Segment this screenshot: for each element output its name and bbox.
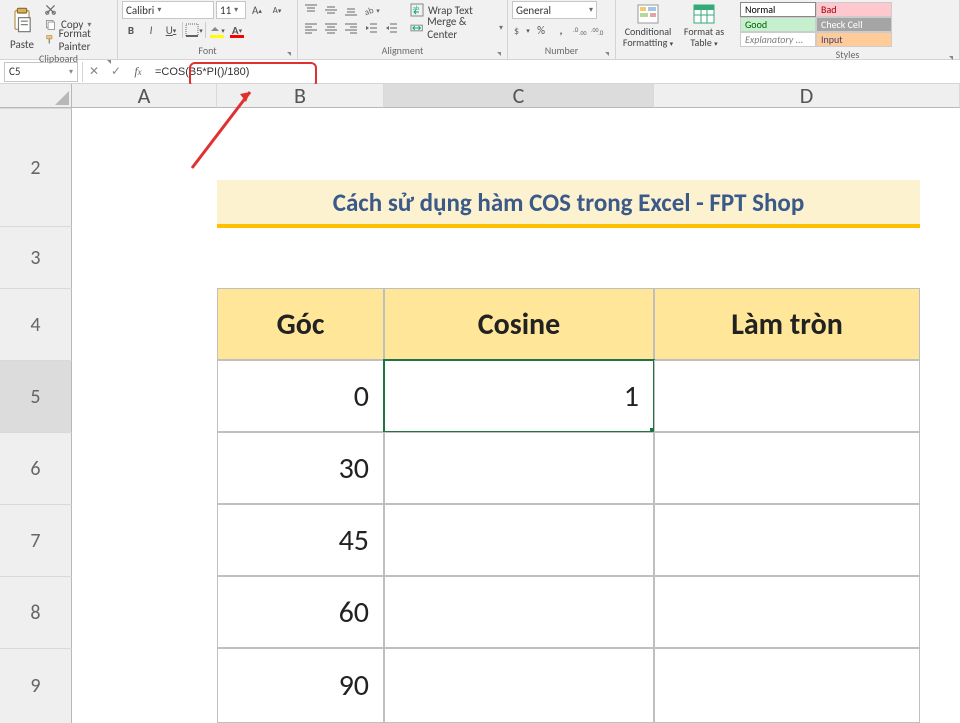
cell-D5[interactable]	[654, 360, 920, 432]
insert-function-button[interactable]: fx	[127, 62, 149, 82]
group-label-font: Font	[122, 43, 293, 59]
align-right-button[interactable]	[342, 20, 360, 36]
group-label-alignment: Alignment	[302, 43, 503, 59]
accounting-format-button[interactable]: $▾	[512, 21, 530, 39]
row-header-8[interactable]: 8	[0, 576, 72, 648]
percent-button[interactable]: %	[532, 21, 550, 39]
orientation-button[interactable]: ab▾	[362, 2, 380, 18]
decrease-indent-button[interactable]	[362, 20, 380, 36]
align-center-button[interactable]	[322, 20, 340, 36]
merge-center-button[interactable]: Merge & Center ▾	[410, 20, 503, 36]
select-all-corner[interactable]	[0, 84, 72, 108]
formula-bar: C5▾ ✕ ✓ fx	[0, 60, 960, 84]
align-top-button[interactable]	[302, 2, 320, 18]
cell-B9[interactable]: 90	[217, 648, 384, 723]
style-good[interactable]: Good	[740, 17, 816, 32]
conditional-formatting-button[interactable]: Conditional Formatting ▾	[620, 2, 676, 48]
increase-decimal-button[interactable]: .0.00	[572, 21, 588, 39]
col-header-D[interactable]: D	[654, 84, 960, 108]
table-header-round[interactable]: Làm tròn	[654, 288, 920, 360]
cell-B7[interactable]: 45	[217, 504, 384, 576]
group-font: Calibri▾ 11▾ A▴ A▾ B I U▾ ▾ ▾ A▾ Font	[118, 0, 298, 59]
style-input[interactable]: Input	[816, 32, 892, 47]
align-bottom-button[interactable]	[342, 2, 360, 18]
group-label-clipboard: Clipboard	[4, 51, 113, 67]
style-explanatory[interactable]: Explanatory ...	[740, 32, 816, 47]
row-header-3[interactable]: 3	[0, 226, 72, 288]
cell-C8[interactable]	[384, 576, 654, 648]
ribbon: Paste Copy ▾ Format Painter Clipboard Ca…	[0, 0, 960, 60]
cell-D8[interactable]	[654, 576, 920, 648]
cell-B6[interactable]: 30	[217, 432, 384, 504]
svg-text:.00: .00	[579, 29, 587, 36]
format-as-table-button[interactable]: Format as Table ▾	[676, 2, 732, 48]
format-painter-button[interactable]: Format Painter	[44, 32, 113, 47]
svg-text:.0: .0	[573, 25, 579, 34]
cell-D6[interactable]	[654, 432, 920, 504]
cut-button[interactable]	[44, 2, 113, 17]
row-headers: 2 3 4 5 6 7 8 9	[0, 108, 72, 723]
style-check[interactable]: Check Cell	[816, 17, 892, 32]
row-header-4[interactable]: 4	[0, 288, 72, 360]
title-banner[interactable]: Cách sử dụng hàm COS trong Excel - FPT S…	[217, 180, 920, 228]
bold-button[interactable]: B	[122, 21, 140, 39]
row-header-9[interactable]: 9	[0, 648, 72, 723]
cell-D9[interactable]	[654, 648, 920, 723]
style-bad[interactable]: Bad	[816, 2, 892, 17]
style-normal[interactable]: Normal	[740, 2, 816, 17]
paste-button[interactable]	[4, 2, 40, 38]
col-header-C[interactable]: C	[384, 84, 654, 108]
row-header-2[interactable]: 2	[0, 108, 72, 226]
group-clipboard: Paste Copy ▾ Format Painter Clipboard	[0, 0, 118, 59]
cell-B5[interactable]: 0	[217, 360, 384, 432]
font-name-combo[interactable]: Calibri▾	[122, 1, 214, 19]
increase-font-button[interactable]: A▴	[248, 1, 266, 19]
font-color-button[interactable]: A▾	[228, 21, 246, 39]
align-left-button[interactable]	[302, 20, 320, 36]
cell-D7[interactable]	[654, 504, 920, 576]
paste-label: Paste	[10, 38, 34, 51]
border-button[interactable]: ▾	[185, 21, 203, 39]
table-header-goc[interactable]: Góc	[217, 288, 384, 360]
svg-text:ab: ab	[363, 5, 376, 16]
column-headers: A B C D	[0, 84, 960, 108]
group-label-number: Number	[512, 43, 611, 59]
cell-C9[interactable]	[384, 648, 654, 723]
cell-C5[interactable]: 1	[384, 360, 654, 432]
svg-text:$: $	[514, 24, 519, 37]
row-header-7[interactable]: 7	[0, 504, 72, 576]
group-label-styles: Styles	[740, 47, 955, 63]
font-size-combo[interactable]: 11▾	[216, 1, 246, 19]
row-header-6[interactable]: 6	[0, 432, 72, 504]
group-alignment: ab▾ abWrap Text Merge & Center ▾ Alignme…	[298, 0, 508, 59]
underline-button[interactable]: U▾	[162, 21, 180, 39]
table-header-cosine[interactable]: Cosine	[384, 288, 654, 360]
number-format-combo[interactable]: General▾	[512, 1, 597, 19]
group-styles: Normal Bad Good Check Cell Explanatory .…	[736, 0, 960, 59]
decrease-decimal-button[interactable]: .00.0	[590, 21, 606, 39]
row-header-5[interactable]: 5	[0, 360, 72, 432]
cell-styles-gallery[interactable]: Normal Bad Good Check Cell Explanatory .…	[740, 2, 900, 47]
decrease-font-button[interactable]: A▾	[268, 1, 286, 19]
cell-B8[interactable]: 60	[217, 576, 384, 648]
fill-color-button[interactable]: ▾	[208, 21, 226, 39]
group-cf: Conditional Formatting ▾ Format as Table…	[616, 0, 736, 59]
cell-C7[interactable]	[384, 504, 654, 576]
formula-input[interactable]	[149, 62, 960, 82]
worksheet[interactable]: A B C D 2 3 4 5 6 7 8 9 Cách sử dụng hàm…	[0, 84, 960, 723]
comma-button[interactable]: ,	[552, 21, 570, 39]
italic-button[interactable]: I	[142, 21, 160, 39]
cell-C6[interactable]	[384, 432, 654, 504]
group-number: General▾ $▾ % , .0.00 .00.0 Number	[508, 0, 616, 59]
align-middle-button[interactable]	[322, 2, 340, 18]
col-header-A[interactable]: A	[72, 84, 217, 108]
svg-text:ab: ab	[413, 4, 419, 12]
svg-text:.0: .0	[598, 28, 604, 36]
col-header-B[interactable]: B	[217, 84, 384, 108]
increase-indent-button[interactable]	[382, 20, 400, 36]
